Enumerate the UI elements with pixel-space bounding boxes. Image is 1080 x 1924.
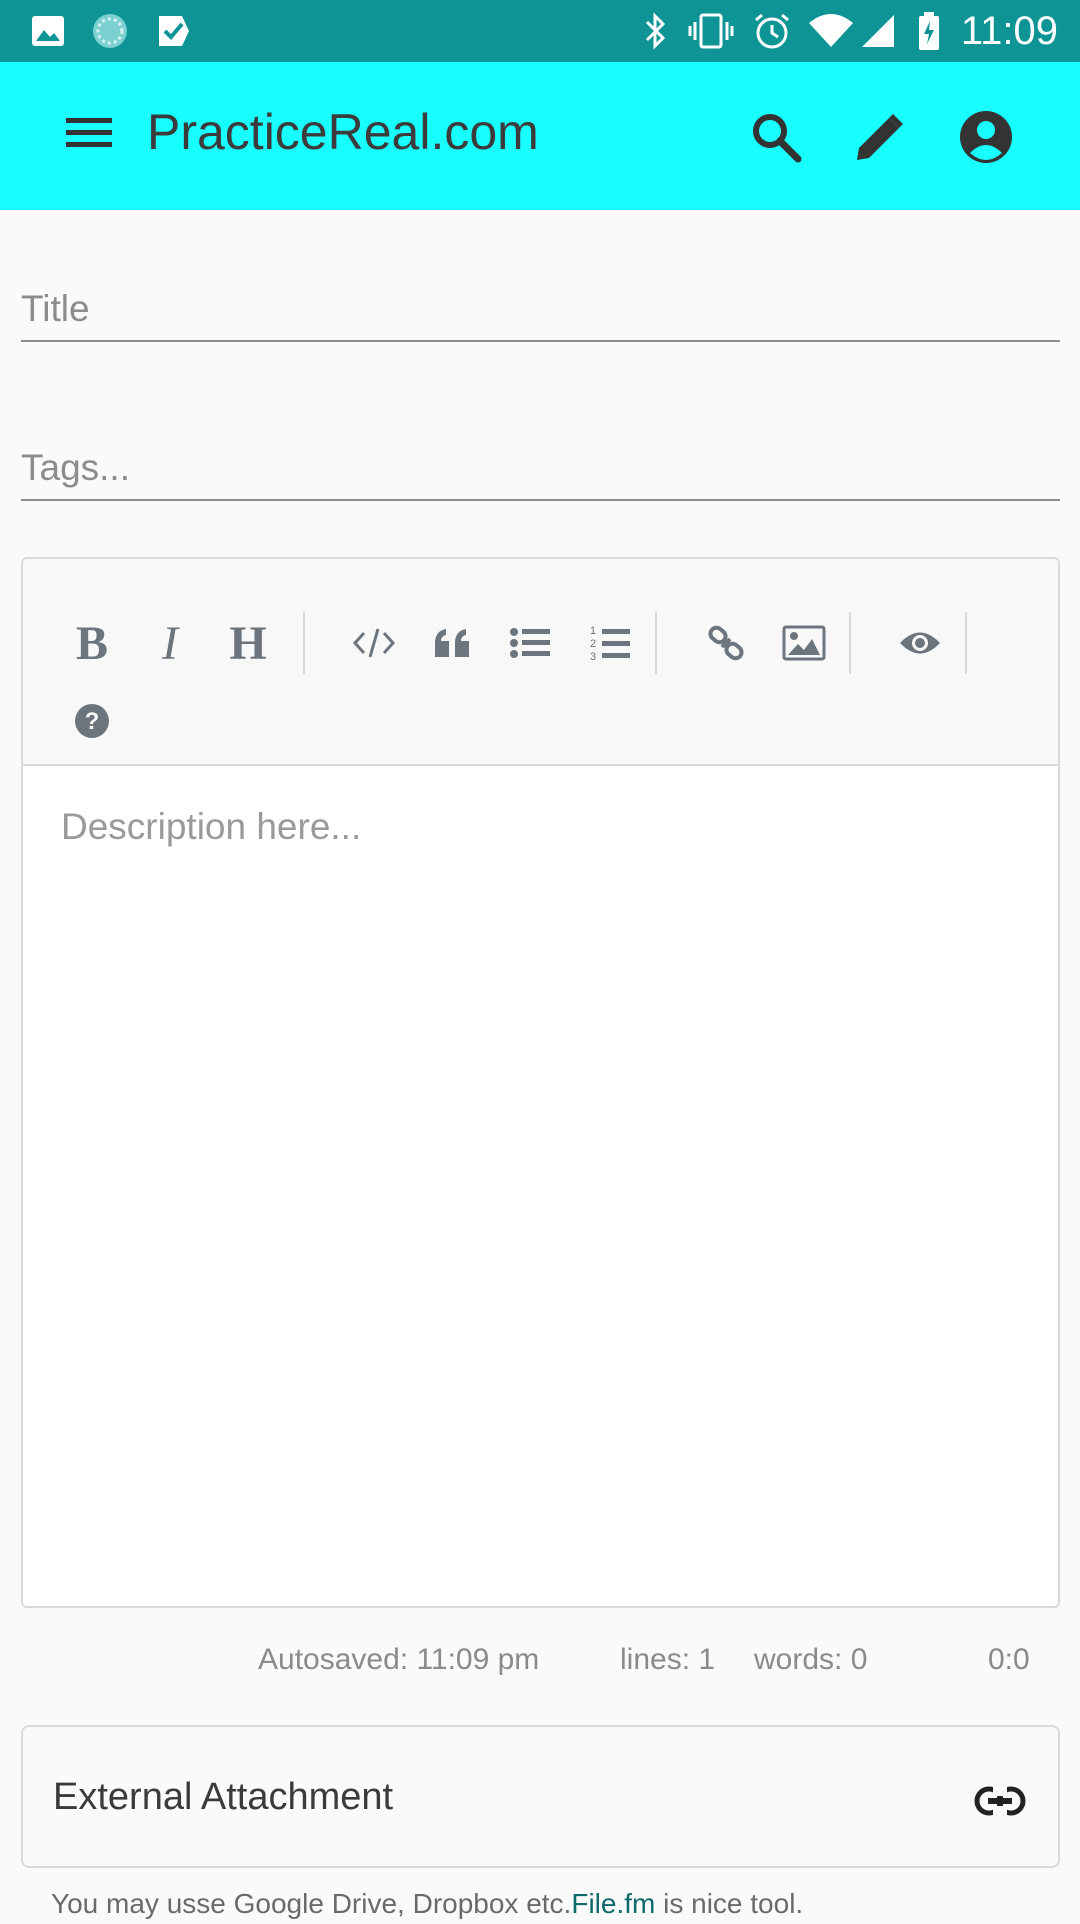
quote-icon[interactable] xyxy=(421,612,483,674)
svg-text:?: ? xyxy=(85,708,100,735)
link-icon[interactable] xyxy=(972,1773,1028,1829)
svg-text:3: 3 xyxy=(590,651,596,663)
heading-icon[interactable]: H xyxy=(217,612,279,674)
external-attachment-field[interactable]: External Attachment xyxy=(21,1725,1060,1868)
account-circle-icon[interactable] xyxy=(956,107,1016,167)
title-input[interactable] xyxy=(21,278,1060,340)
alarm-icon xyxy=(750,11,794,51)
vibrate-icon xyxy=(687,11,735,51)
bullet-list-icon[interactable] xyxy=(499,612,561,674)
lines-count: lines: 1 xyxy=(620,1643,716,1676)
cursor-position: 0:0 xyxy=(988,1643,1030,1676)
editor-toolbar: B I H 123 ? xyxy=(23,559,1058,766)
app-bar: PracticeReal.com xyxy=(0,62,1080,210)
markdown-editor: B I H 123 ? xyxy=(21,557,1060,1608)
title-field xyxy=(21,278,1060,342)
words-count: words: 0 xyxy=(754,1643,868,1676)
heading-label: H xyxy=(229,616,267,670)
italic-label: I xyxy=(162,616,178,670)
help-icon[interactable]: ? xyxy=(61,690,123,752)
status-time: 11:09 xyxy=(960,9,1058,53)
svg-text:2: 2 xyxy=(590,638,596,650)
bluetooth-icon xyxy=(641,11,671,51)
gallery-icon xyxy=(28,11,68,51)
toolbar-divider xyxy=(965,612,967,674)
link-icon[interactable] xyxy=(695,612,757,674)
signal-icon xyxy=(858,11,898,51)
image-icon[interactable] xyxy=(773,612,835,674)
hint-suffix: is nice tool. xyxy=(655,1888,804,1919)
code-icon[interactable] xyxy=(343,612,405,674)
italic-icon[interactable]: I xyxy=(139,612,201,674)
app-title[interactable]: PracticeReal.com xyxy=(147,102,539,162)
tasks-check-icon xyxy=(154,11,194,51)
file-fm-link[interactable]: File.fm xyxy=(571,1888,655,1919)
svg-text:1: 1 xyxy=(590,625,596,637)
battery-charging-icon xyxy=(914,11,944,51)
preview-eye-icon[interactable] xyxy=(889,612,951,674)
bold-label: B xyxy=(75,616,108,670)
toolbar-divider xyxy=(849,612,851,674)
loading-circle-icon xyxy=(90,11,130,51)
external-attachment-label: External Attachment xyxy=(53,1776,394,1818)
search-icon[interactable] xyxy=(746,107,806,167)
tags-input[interactable] xyxy=(21,437,1060,499)
tags-field xyxy=(21,437,1060,501)
edit-pencil-icon[interactable] xyxy=(850,107,910,167)
wifi-icon xyxy=(806,11,856,51)
hint-text: You may usse Google Drive, Dropbox etc. xyxy=(51,1888,572,1919)
numbered-list-icon[interactable]: 123 xyxy=(579,612,641,674)
attachment-hint: You may usse Google Drive, Dropbox etc.F… xyxy=(51,1884,803,1924)
bold-icon[interactable]: B xyxy=(61,612,123,674)
description-textarea[interactable] xyxy=(23,768,1058,1606)
autosaved-status: Autosaved: 11:09 pm xyxy=(258,1643,540,1676)
toolbar-divider xyxy=(655,612,657,674)
menu-icon[interactable] xyxy=(64,112,124,160)
status-bar: 11:09 xyxy=(0,0,1080,62)
toolbar-divider xyxy=(303,612,305,674)
